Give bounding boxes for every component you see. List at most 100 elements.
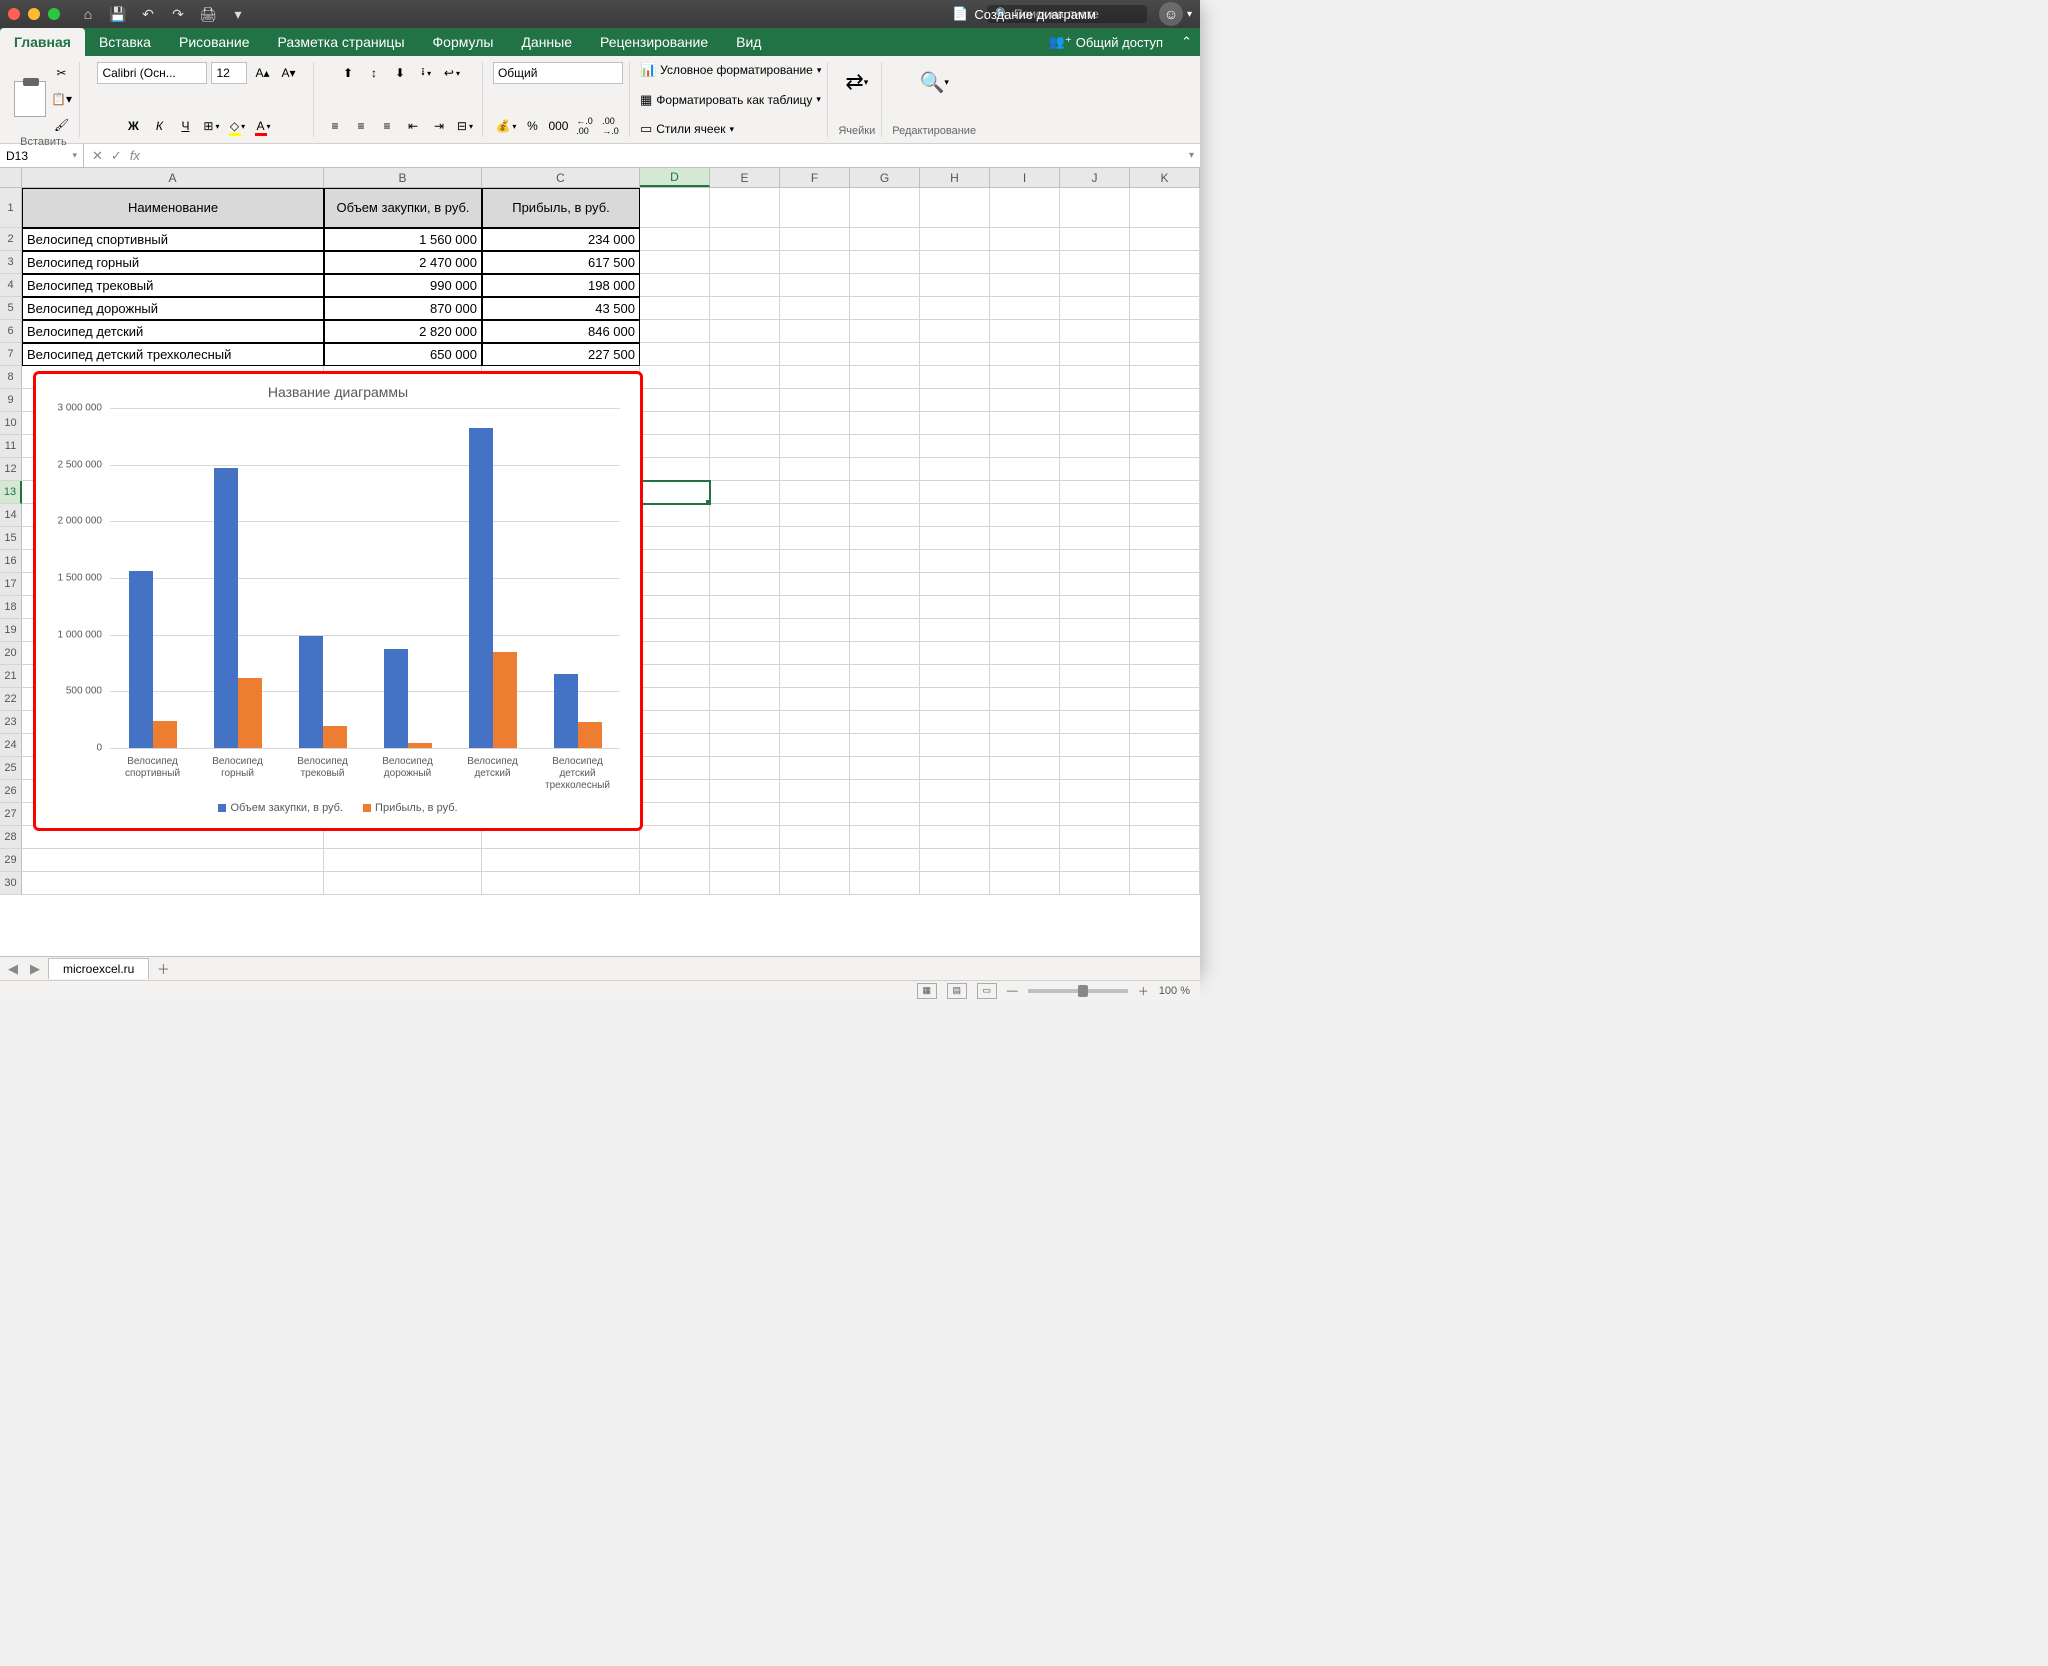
cell[interactable] <box>850 389 920 412</box>
cell[interactable] <box>1130 527 1200 550</box>
cell[interactable] <box>710 228 780 251</box>
underline-button[interactable]: Ч <box>174 115 196 137</box>
cell[interactable] <box>482 849 640 872</box>
tab-page-layout[interactable]: Разметка страницы <box>264 28 419 56</box>
cell[interactable] <box>1060 757 1130 780</box>
page-layout-view-icon[interactable]: ▤ <box>947 983 967 999</box>
cell[interactable] <box>640 688 710 711</box>
format-as-table-button[interactable]: ▦ Форматировать как таблицу▾ <box>640 92 821 108</box>
cell[interactable] <box>640 228 710 251</box>
decrease-font-icon[interactable]: A▾ <box>277 62 299 84</box>
cell[interactable] <box>640 550 710 573</box>
cell[interactable] <box>850 188 920 228</box>
cell[interactable] <box>780 596 850 619</box>
cell[interactable] <box>1130 849 1200 872</box>
align-right-icon[interactable]: ≡ <box>376 115 398 137</box>
row-header[interactable]: 4 <box>0 274 22 297</box>
cell[interactable] <box>1060 527 1130 550</box>
conditional-format-button[interactable]: 📊 Условное форматирование▾ <box>640 62 821 78</box>
minimize-window-icon[interactable] <box>28 8 40 20</box>
cell[interactable] <box>920 481 990 504</box>
cell[interactable] <box>920 665 990 688</box>
tab-data[interactable]: Данные <box>507 28 586 56</box>
tab-review[interactable]: Рецензирование <box>586 28 722 56</box>
column-header[interactable]: J <box>1060 168 1130 187</box>
cell[interactable] <box>640 757 710 780</box>
cell[interactable] <box>1060 734 1130 757</box>
row-header[interactable]: 30 <box>0 872 22 895</box>
cell[interactable]: 846 000 <box>482 320 640 343</box>
normal-view-icon[interactable]: ▦ <box>917 983 937 999</box>
row-header[interactable]: 26 <box>0 780 22 803</box>
cell[interactable] <box>710 320 780 343</box>
cell[interactable] <box>710 274 780 297</box>
fill-color-icon[interactable]: ◇ <box>226 115 248 137</box>
cell[interactable] <box>1130 688 1200 711</box>
cell[interactable] <box>850 780 920 803</box>
cell[interactable] <box>1130 228 1200 251</box>
cell[interactable]: 1 560 000 <box>324 228 482 251</box>
undo-icon[interactable]: ↶ <box>140 6 156 22</box>
cell[interactable] <box>990 872 1060 895</box>
cell[interactable] <box>640 642 710 665</box>
cell[interactable] <box>780 412 850 435</box>
name-box-dropdown-icon[interactable]: ▾ <box>72 150 77 161</box>
row-header[interactable]: 19 <box>0 619 22 642</box>
row-header[interactable]: 9 <box>0 389 22 412</box>
cell[interactable] <box>640 803 710 826</box>
cell[interactable] <box>780 849 850 872</box>
cell[interactable] <box>920 320 990 343</box>
chart-bar[interactable] <box>493 652 517 748</box>
cell[interactable] <box>850 297 920 320</box>
cell[interactable]: Велосипед детский трехколесный <box>22 343 324 366</box>
cell[interactable] <box>920 389 990 412</box>
expand-formula-bar-icon[interactable]: ▾ <box>1183 150 1200 161</box>
cell[interactable] <box>780 665 850 688</box>
cell[interactable] <box>920 550 990 573</box>
cell[interactable] <box>780 780 850 803</box>
cell[interactable] <box>920 642 990 665</box>
cell[interactable] <box>780 826 850 849</box>
cell[interactable] <box>850 849 920 872</box>
cell[interactable] <box>990 642 1060 665</box>
cell[interactable] <box>640 458 710 481</box>
cell[interactable] <box>780 481 850 504</box>
cell[interactable] <box>1060 780 1130 803</box>
cell[interactable] <box>850 228 920 251</box>
chart-bar[interactable] <box>214 468 238 748</box>
cell[interactable] <box>1130 481 1200 504</box>
cell[interactable] <box>780 642 850 665</box>
cell[interactable] <box>1130 803 1200 826</box>
cell[interactable] <box>990 665 1060 688</box>
cell[interactable]: 227 500 <box>482 343 640 366</box>
cell[interactable] <box>920 803 990 826</box>
cell[interactable] <box>920 757 990 780</box>
cell[interactable] <box>1130 757 1200 780</box>
cell[interactable] <box>780 251 850 274</box>
cell[interactable] <box>710 435 780 458</box>
cell[interactable] <box>1130 596 1200 619</box>
chart-legend[interactable]: Объем закупки, в руб.Прибыль, в руб. <box>46 802 630 814</box>
cell[interactable] <box>1130 412 1200 435</box>
sheet-nav-next-icon[interactable]: ▶ <box>26 960 44 978</box>
cell[interactable] <box>324 849 482 872</box>
cell[interactable] <box>920 458 990 481</box>
find-select-icon[interactable]: 🔍▾ <box>918 62 949 102</box>
cell[interactable] <box>990 274 1060 297</box>
legend-item[interactable]: Объем закупки, в руб. <box>218 802 343 814</box>
column-header[interactable]: K <box>1130 168 1200 187</box>
cell[interactable] <box>710 734 780 757</box>
cell[interactable] <box>710 188 780 228</box>
cell[interactable] <box>710 389 780 412</box>
cell[interactable] <box>780 228 850 251</box>
cell[interactable] <box>990 826 1060 849</box>
cell[interactable] <box>22 849 324 872</box>
cell[interactable] <box>1130 619 1200 642</box>
cell[interactable] <box>780 527 850 550</box>
select-all-corner[interactable] <box>0 168 22 187</box>
cell[interactable] <box>640 320 710 343</box>
column-header[interactable]: B <box>324 168 482 187</box>
cell[interactable] <box>710 458 780 481</box>
column-header[interactable]: D <box>640 168 710 187</box>
cell[interactable] <box>1130 274 1200 297</box>
